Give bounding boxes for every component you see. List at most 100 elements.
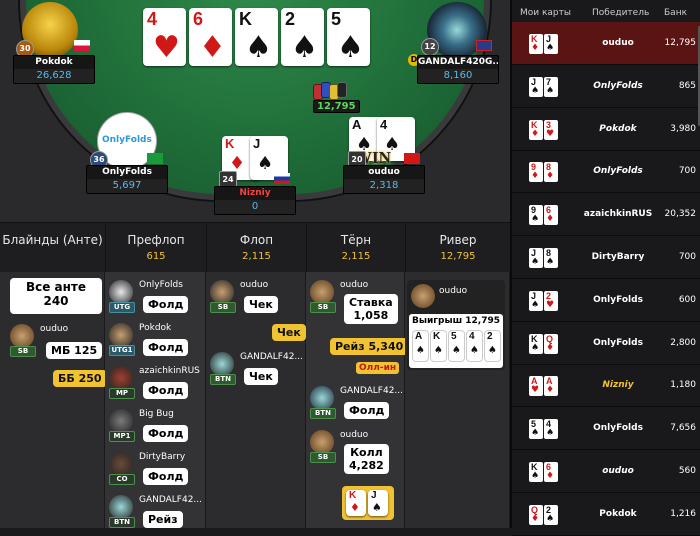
player-name: GANDALF42... [139, 495, 203, 505]
action-label: Колл [350, 446, 383, 459]
history-row[interactable]: A ♥ A ♦ Nizniy 1,180 [512, 364, 700, 408]
card-suit-icon: ♠ [531, 85, 540, 96]
card-river-0: A ♠ [412, 330, 429, 362]
card-rank: K [349, 490, 357, 501]
history-row[interactable]: K ♠ Q ♦ OnlyFolds 2,800 [512, 322, 700, 365]
player-plate: ouduo 2,318 [343, 165, 425, 194]
street-1: Префлоп 615 [105, 223, 206, 273]
raise-bubble: Рейз 5,340 [330, 338, 409, 355]
card-suit-icon: ♠ [470, 345, 479, 356]
hand-history-panel: Мои карты Победитель Банк K ♦ J ♠ ouduo 12,79… [510, 0, 700, 536]
bank-amount: 700 [678, 166, 696, 177]
mini-card: K ♠ [529, 462, 543, 482]
action-bubble: МБ 125 [46, 342, 103, 359]
mini-card: 6 ♦ [544, 205, 558, 226]
position-badge: SB [310, 302, 336, 313]
bank-amount: 865 [678, 80, 696, 91]
action-amount: 1,058 [353, 309, 389, 322]
ante-label: Все анте [25, 280, 87, 294]
history-row[interactable]: 9 ♦ 8 ♦ OnlyFolds 700 [512, 150, 700, 194]
player-avatar [109, 280, 133, 304]
winner-name: Nizniy [602, 380, 634, 391]
player-plate: Pokdok 26,628 [13, 55, 95, 84]
bank-amount: 560 [678, 466, 696, 476]
mini-card: 5 ♠ [529, 419, 543, 440]
card-rank: 4 [147, 9, 158, 29]
player-stack: 2,318 [344, 179, 424, 193]
card-suit-icon: ♠ [531, 342, 540, 353]
action-bubble: Фолд [344, 402, 390, 419]
mini-card: J ♠ [529, 248, 543, 268]
mini-card: Q ♦ [529, 504, 543, 525]
player-stack: 5,697 [87, 179, 167, 193]
player-avatar [109, 495, 133, 519]
winner-name: OnlyFolds [593, 294, 643, 305]
mini-card: J ♠ [529, 76, 543, 97]
bank-amount: 20,352 [664, 209, 697, 220]
pot-amount: 12,795 [313, 100, 360, 113]
card-rank: 5 [331, 9, 342, 29]
history-row[interactable]: 9 ♠ 6 ♦ azaichkinRUS 20,352 [512, 193, 700, 237]
card-suit-icon: ♠ [291, 30, 318, 65]
winner-name: OnlyFolds [593, 423, 643, 434]
player-name: GANDALF42... [340, 386, 404, 396]
mini-card: 9 ♠ [529, 205, 543, 226]
card-suit-icon: ♦ [546, 385, 555, 396]
blinds-column: Все анте 240 ouduo SB МБ 125 ББ 250 [0, 272, 107, 528]
action-bubble: Фолд [143, 339, 189, 356]
mini-card: J ♠ [544, 34, 558, 54]
mini-card: Q ♦ [544, 333, 558, 354]
bank-amount: 3,980 [670, 123, 696, 134]
bank-amount: 1,180 [670, 380, 696, 391]
action-bubble: Фолд [143, 468, 189, 485]
card-suit-icon: ♥ [531, 385, 540, 396]
action-bubble: Фолд [143, 296, 189, 313]
card-board-3: 2 ♠ [281, 8, 324, 66]
player-name: ouduo [340, 280, 369, 290]
card-suit-icon: ♠ [546, 257, 555, 267]
winner-name: Pokdok [599, 123, 637, 134]
player-name: ouduo [368, 167, 400, 177]
winner-name: OnlyFolds [593, 166, 643, 177]
card-suit-icon: ♠ [531, 257, 540, 267]
player-stack: 26,628 [14, 69, 94, 83]
allin-tag: Олл-ин [356, 362, 400, 374]
bank-amount: 2,800 [670, 337, 696, 348]
card-suit-icon: ♠ [531, 299, 540, 310]
mini-card: J ♠ [529, 290, 543, 311]
action-amount: 4,282 [349, 459, 384, 472]
position-badge: SB [310, 452, 336, 463]
position-badge: UTG1 [109, 345, 135, 356]
mini-card: K ♦ [529, 119, 543, 140]
card-suit-icon: ♦ [546, 171, 555, 182]
card-suit-icon: ♠ [546, 43, 555, 53]
card-rank: J [371, 490, 377, 501]
history-row[interactable]: 5 ♠ 4 ♠ OnlyFolds 7,656 [512, 407, 700, 451]
history-row[interactable]: K ♠ 6 ♦ ouduo 560 [512, 450, 700, 493]
player-name: ouduo [340, 430, 369, 440]
bank-amount: 600 [678, 294, 696, 305]
history-row[interactable]: J ♠ 7 ♠ OnlyFolds 865 [512, 65, 700, 108]
player-plate: GANDALF420G... 8,160 [417, 55, 499, 84]
history-row[interactable]: Q ♦ 2 ♠ Pokdok 1,216 [512, 493, 700, 536]
mini-card: 8 ♠ [544, 248, 558, 268]
history-row[interactable]: J ♠ 8 ♠ DirtyBarry 700 [512, 236, 700, 279]
player-name: azaichkinRUS [139, 366, 200, 376]
player-name: Big Bug [139, 409, 174, 419]
player-avatar [109, 323, 133, 347]
card-rank: J [253, 136, 261, 151]
player-name: Nizniy [239, 188, 271, 198]
card-rank: 5 [451, 331, 457, 342]
history-row[interactable]: J ♠ 2 ♥ OnlyFolds 600 [512, 279, 700, 322]
player-name: OnlyFolds [139, 280, 183, 290]
player-avatar [310, 280, 334, 304]
player-avatar [10, 324, 34, 348]
player-avatar [310, 430, 334, 454]
bank-amount: 1,216 [670, 508, 696, 519]
history-row[interactable]: K ♦ 3 ♥ Pokdok 3,980 [512, 108, 700, 151]
history-row[interactable]: K ♦ J ♠ ouduo 12,795 [512, 22, 700, 65]
flag-icon-br [147, 153, 163, 164]
card-river-2: 5 ♠ [448, 330, 465, 362]
street-name: Тёрн [340, 233, 372, 247]
position-badge: BTN [310, 408, 336, 419]
